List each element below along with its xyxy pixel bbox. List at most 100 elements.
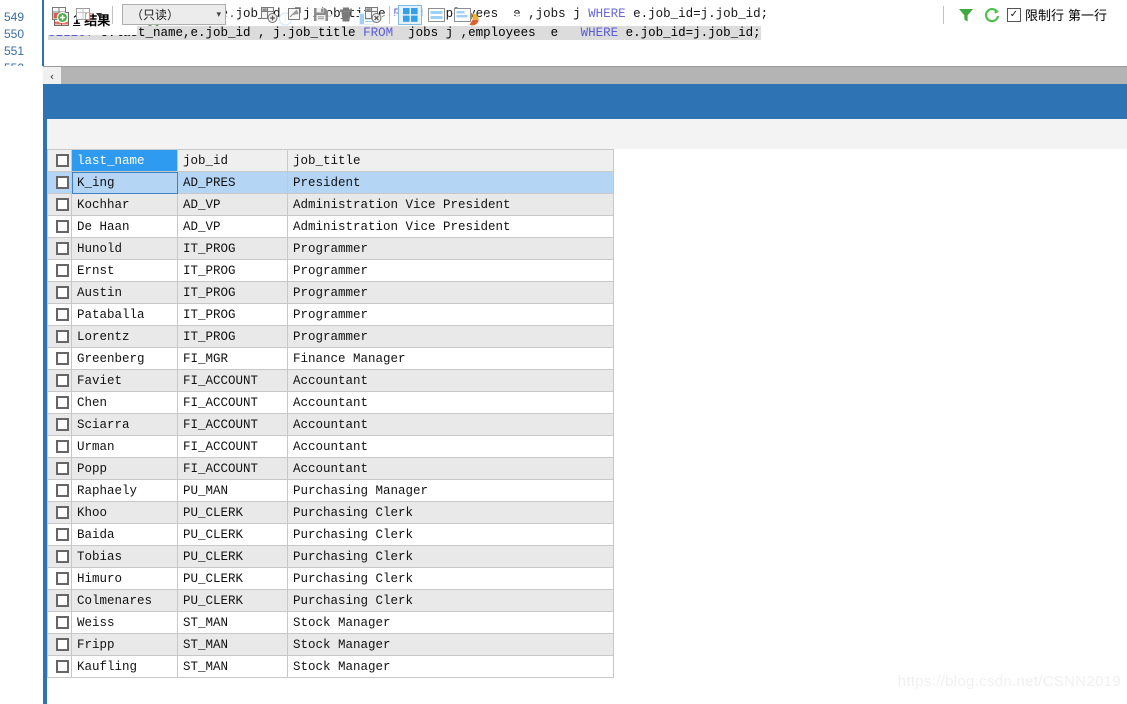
row-checkbox[interactable] xyxy=(55,373,69,387)
row-select-cell[interactable] xyxy=(47,633,72,656)
row-select-cell[interactable] xyxy=(47,655,72,678)
cell-last-name[interactable]: Fripp xyxy=(71,633,178,656)
column-header-last-name[interactable]: last_name xyxy=(71,149,178,172)
cell-job-title[interactable]: Programmer xyxy=(287,281,614,304)
cell-last-name[interactable]: Austin xyxy=(71,281,178,304)
row-select-cell[interactable] xyxy=(47,523,72,546)
cell-job-title[interactable]: Programmer xyxy=(287,325,614,348)
row-checkbox[interactable] xyxy=(55,593,69,607)
row-checkbox[interactable] xyxy=(55,329,69,343)
save-icon[interactable] xyxy=(311,5,332,25)
row-select-cell[interactable] xyxy=(47,479,72,502)
cell-job-title[interactable]: Stock Manager xyxy=(287,611,614,634)
duplicate-record-icon[interactable] xyxy=(285,5,306,25)
table-row[interactable]: Himuro PU_CLERK Purchasing Clerk xyxy=(47,567,614,590)
cell-job-id[interactable]: PU_MAN xyxy=(177,479,288,502)
table-row[interactable]: Popp FI_ACCOUNT Accountant xyxy=(47,457,614,480)
cell-job-id[interactable]: AD_VP xyxy=(177,215,288,238)
header-select-all-cell[interactable] xyxy=(47,149,72,172)
cell-job-id[interactable]: FI_ACCOUNT xyxy=(177,435,288,458)
cancel-edit-icon[interactable] xyxy=(363,5,384,25)
cell-last-name[interactable]: Tobias xyxy=(71,545,178,568)
row-checkbox[interactable] xyxy=(55,175,69,189)
row-select-cell[interactable] xyxy=(47,347,72,370)
table-row[interactable]: Chen FI_ACCOUNT Accountant xyxy=(47,391,614,414)
cell-job-title[interactable]: Purchasing Clerk xyxy=(287,501,614,524)
cell-job-id[interactable]: FI_MGR xyxy=(177,347,288,370)
column-header-job-title[interactable]: job_title xyxy=(287,149,614,172)
cell-job-title[interactable]: Accountant xyxy=(287,369,614,392)
cell-job-title[interactable]: Purchasing Clerk xyxy=(287,567,614,590)
cell-last-name[interactable]: Himuro xyxy=(71,567,178,590)
cell-last-name[interactable]: K_ing xyxy=(71,171,178,194)
cell-job-title[interactable]: Stock Manager xyxy=(287,633,614,656)
cell-job-title[interactable]: President xyxy=(287,171,614,194)
refresh-icon[interactable] xyxy=(981,5,1002,25)
cell-last-name[interactable]: Chen xyxy=(71,391,178,414)
row-checkbox[interactable] xyxy=(55,615,69,629)
row-select-cell[interactable] xyxy=(47,611,72,634)
cell-job-id[interactable]: PU_CLERK xyxy=(177,501,288,524)
cell-last-name[interactable]: Faviet xyxy=(71,369,178,392)
table-row[interactable]: Kochhar AD_VP Administration Vice Presiden… xyxy=(47,193,614,216)
table-row[interactable]: Pataballa IT_PROG Programmer xyxy=(47,303,614,326)
cell-job-id[interactable]: ST_MAN xyxy=(177,633,288,656)
cell-job-title[interactable]: Purchasing Clerk xyxy=(287,589,614,612)
row-select-cell[interactable] xyxy=(47,567,72,590)
cell-last-name[interactable]: Kochhar xyxy=(71,193,178,216)
cell-last-name[interactable]: Khoo xyxy=(71,501,178,524)
row-select-cell[interactable] xyxy=(47,303,72,326)
row-checkbox[interactable] xyxy=(55,505,69,519)
cell-last-name[interactable]: Pataballa xyxy=(71,303,178,326)
cell-last-name[interactable]: Ernst xyxy=(71,259,178,282)
cell-last-name[interactable]: Urman xyxy=(71,435,178,458)
row-checkbox[interactable] xyxy=(55,527,69,541)
cell-last-name[interactable]: Kaufling xyxy=(71,655,178,678)
text-view-icon[interactable] xyxy=(450,5,474,25)
row-checkbox[interactable] xyxy=(55,417,69,431)
cell-job-title[interactable]: Purchasing Manager xyxy=(287,479,614,502)
cell-last-name[interactable]: Raphaely xyxy=(71,479,178,502)
row-checkbox[interactable] xyxy=(55,285,69,299)
editor-horizontal-scrollbar[interactable]: ‹ xyxy=(43,66,1127,85)
table-row[interactable]: De Haan AD_VP Administration Vice Presiden… xyxy=(47,215,614,238)
table-row[interactable]: Raphaely PU_MAN Purchasing Manager xyxy=(47,479,614,502)
limit-rows-control[interactable]: ✓ 限制行 第一行 xyxy=(1007,5,1107,24)
add-record-icon[interactable] xyxy=(50,5,71,25)
table-row[interactable]: Tobias PU_CLERK Purchasing Clerk xyxy=(47,545,614,568)
row-checkbox[interactable] xyxy=(55,395,69,409)
insert-record-icon[interactable] xyxy=(259,5,280,25)
cell-job-title[interactable]: Finance Manager xyxy=(287,347,614,370)
row-select-cell[interactable] xyxy=(47,171,72,194)
row-select-cell[interactable] xyxy=(47,545,72,568)
cell-job-id[interactable]: IT_PROG xyxy=(177,325,288,348)
cell-job-id[interactable]: IT_PROG xyxy=(177,281,288,304)
table-row[interactable]: Ernst IT_PROG Programmer xyxy=(47,259,614,282)
cell-job-id[interactable]: FI_ACCOUNT xyxy=(177,457,288,480)
limit-rows-checkbox[interactable]: ✓ xyxy=(1007,7,1021,22)
cell-last-name[interactable]: De Haan xyxy=(71,215,178,238)
row-checkbox[interactable] xyxy=(55,571,69,585)
cell-job-title[interactable]: Administration Vice President xyxy=(287,215,614,238)
cell-job-id[interactable]: IT_PROG xyxy=(177,237,288,260)
cell-last-name[interactable]: Weiss xyxy=(71,611,178,634)
row-select-cell[interactable] xyxy=(47,193,72,216)
cell-job-title[interactable]: Accountant xyxy=(287,457,614,480)
delete-icon[interactable] xyxy=(337,5,358,25)
row-checkbox[interactable] xyxy=(55,483,69,497)
table-row[interactable]: Austin IT_PROG Programmer xyxy=(47,281,614,304)
table-row[interactable]: Colmenares PU_CLERK Purchasing Clerk xyxy=(47,589,614,612)
table-row[interactable]: Hunold IT_PROG Programmer xyxy=(47,237,614,260)
table-row[interactable]: Greenberg FI_MGR Finance Manager xyxy=(47,347,614,370)
table-row[interactable]: Sciarra FI_ACCOUNT Accountant xyxy=(47,413,614,436)
cell-last-name[interactable]: Hunold xyxy=(71,237,178,260)
row-checkbox[interactable] xyxy=(55,659,69,673)
cell-job-id[interactable]: IT_PROG xyxy=(177,259,288,282)
row-checkbox[interactable] xyxy=(55,219,69,233)
cell-last-name[interactable]: Popp xyxy=(71,457,178,480)
cell-job-title[interactable]: Accountant xyxy=(287,435,614,458)
table-row[interactable]: Kaufling ST_MAN Stock Manager xyxy=(47,655,614,678)
row-checkbox[interactable] xyxy=(55,263,69,277)
cell-last-name[interactable]: Baida xyxy=(71,523,178,546)
row-checkbox[interactable] xyxy=(55,549,69,563)
